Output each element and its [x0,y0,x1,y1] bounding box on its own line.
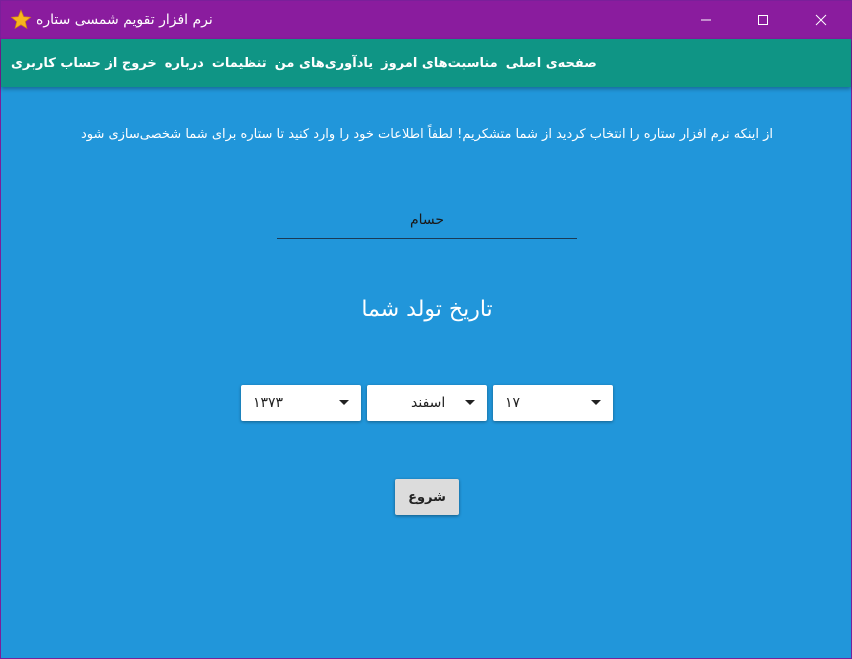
month-value: اسفند [411,395,446,411]
star-icon [10,9,32,31]
month-select[interactable]: اسفند [367,385,487,421]
nav-item-settings[interactable]: تنظیمات [208,56,271,71]
chevron-down-icon [465,400,475,405]
nav-item-my-reminders[interactable]: یادآوری‌های من [271,56,377,71]
maximize-icon [758,15,768,25]
nav-item-logout[interactable]: خروج از حساب کاربری [7,56,161,71]
nav-item-about[interactable]: درباره [161,56,208,71]
close-icon [815,14,827,26]
window-title: نرم افزار تقویم شمسی ستاره [36,12,213,28]
chevron-down-icon [339,400,349,405]
nav-item-today-events[interactable]: مناسبت‌های امروز [377,56,502,71]
app-window: نرم افزار تقویم شمسی ستاره صفحه‌ی اصلی م… [0,0,852,659]
day-value: ۱۷ [505,395,521,411]
minimize-icon [701,19,711,21]
name-input[interactable] [277,201,577,239]
year-value: ۱۳۷۳ [253,395,284,411]
minimize-button[interactable] [683,1,729,39]
nav-items: صفحه‌ی اصلی مناسبت‌های امروز یادآوری‌های… [7,56,601,71]
main-nav: صفحه‌ی اصلی مناسبت‌های امروز یادآوری‌های… [1,39,851,87]
nav-item-home[interactable]: صفحه‌ی اصلی [502,56,601,71]
start-button[interactable]: شروع [395,479,459,515]
year-select[interactable]: ۱۳۷۳ [241,385,361,421]
day-select[interactable]: ۱۷ [493,385,613,421]
close-button[interactable] [798,1,844,39]
maximize-button[interactable] [740,1,786,39]
birth-date-heading: تاریخ تولد شما [361,297,493,322]
intro-text: از اینکه نرم افزار ستاره را انتخاب کردید… [80,127,774,142]
title-bar[interactable]: نرم افزار تقویم شمسی ستاره [1,1,851,39]
chevron-down-icon [591,400,601,405]
